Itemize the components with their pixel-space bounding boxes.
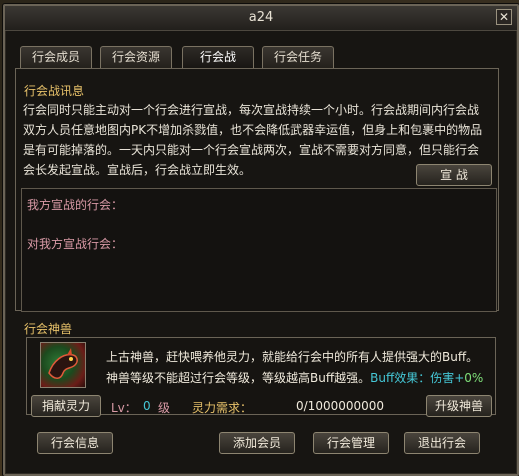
war-list-box[interactable]: 我方宣战的行会： 对我方宣战行会： <box>21 188 497 312</box>
level-unit: 级 <box>158 401 171 415</box>
title-bar[interactable]: a24 ✕ <box>5 6 517 31</box>
close-icon[interactable]: ✕ <box>496 9 512 25</box>
tab-resources[interactable]: 行会资源 <box>100 46 172 68</box>
war-desc-line: 双方人员任意地图内PK不增加杀戮值，也不会降低武器幸运值，但身上和包裹中的物品 <box>23 123 483 137</box>
declare-war-button[interactable]: 宣 战 <box>416 164 492 186</box>
war-desc-line: 行会同时只能主动对一个行会进行宣战，每次宣战持续一个小时。行会战期间内行会战 <box>23 103 480 117</box>
guild-info-button[interactable]: 行会信息 <box>37 432 113 454</box>
war-desc-line: 是有可能掉落的。一天内只能对一个行会宣战两次，宣战不需要对方同意，但只能行会 <box>23 143 480 157</box>
beast-desc-line-1: 上古神兽，赶快喂养他灵力，就能给行会中的所有人提供强大的Buff。 <box>106 350 479 364</box>
buff-effect-label: Buff效果：伤害+ <box>370 371 465 385</box>
upgrade-beast-button[interactable]: 升级神兽 <box>426 395 492 417</box>
war-section-title: 行会战讯息 <box>24 84 85 98</box>
window-title: a24 <box>248 10 274 25</box>
beast-desc-text: 神兽等级不能超过行会等级，等级越高Buff越强。 <box>106 371 371 385</box>
spirit-required-label: 灵力需求： <box>192 401 253 415</box>
our-declared-label: 我方宣战的行会： <box>27 198 124 212</box>
buff-effect-value: 0% <box>464 371 484 385</box>
guild-manage-button[interactable]: 行会管理 <box>313 432 389 454</box>
tab-guild-war[interactable]: 行会战 <box>182 46 254 69</box>
quit-guild-button[interactable]: 退出行会 <box>404 432 480 454</box>
declared-on-us-label: 对我方宣战行会： <box>27 237 124 251</box>
beast-section-title: 行会神兽 <box>24 322 73 336</box>
level-value: 0 <box>143 399 151 413</box>
beast-desc-line-2: 神兽等级不能超过行会等级，等级越高Buff越强。Buff效果：伤害+0% <box>106 369 483 386</box>
level-label: Lv： <box>111 401 137 415</box>
beast-icon <box>40 342 86 388</box>
tab-tasks[interactable]: 行会任务 <box>262 46 334 68</box>
donate-spirit-button[interactable]: 捐献灵力 <box>31 395 101 417</box>
add-member-button[interactable]: 添加会员 <box>219 432 295 454</box>
tab-members[interactable]: 行会成员 <box>20 46 92 68</box>
spirit-required-value: 0/1000000000 <box>296 399 385 413</box>
